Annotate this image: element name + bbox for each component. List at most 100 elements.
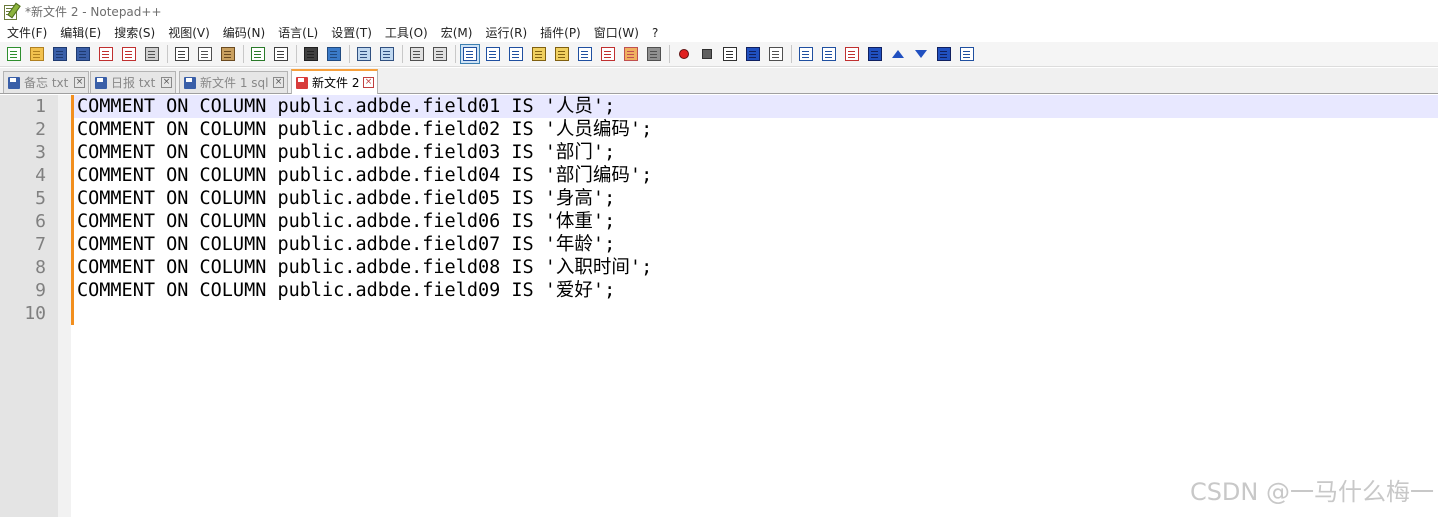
- code-line[interactable]: COMMENT ON COLUMN public.adbde.field07 I…: [74, 233, 1438, 256]
- new-file-button[interactable]: [4, 44, 24, 64]
- word-wrap-button[interactable]: [460, 44, 480, 64]
- line-number: 4: [35, 165, 46, 186]
- sync-horizontal-button[interactable]: [430, 44, 450, 64]
- table-button[interactable]: [819, 44, 839, 64]
- save-button[interactable]: [50, 44, 70, 64]
- playback-macro-button[interactable]: [720, 44, 740, 64]
- run-multiple-macro-icon: [746, 47, 760, 61]
- line-number: 2: [35, 119, 46, 140]
- show-all-chars-icon: [486, 47, 500, 61]
- line-number-gutter: 1 2 3 4 5 6 7 8 9 10: [0, 95, 58, 517]
- menu-item-9[interactable]: 运行(R): [478, 24, 533, 41]
- line-number: 7: [35, 234, 46, 255]
- paste-button[interactable]: [218, 44, 238, 64]
- tab-label: 新文件 1 sql: [200, 76, 269, 90]
- toolbar-separator: [167, 45, 168, 63]
- indent-guide-button[interactable]: [506, 44, 526, 64]
- down-button[interactable]: [911, 44, 931, 64]
- editor[interactable]: 1 2 3 4 5 6 7 8 9 10 COMMENT ON COLUMN public.adb…: [0, 95, 1438, 517]
- menu-item-4[interactable]: 编码(N): [216, 24, 271, 41]
- sync-vertical-button[interactable]: [407, 44, 427, 64]
- copy-button[interactable]: [195, 44, 215, 64]
- fold-margin[interactable]: [58, 95, 71, 517]
- function-list-button[interactable]: [598, 44, 618, 64]
- document-list-button[interactable]: [575, 44, 595, 64]
- tab-4[interactable]: 新文件 2 ×: [291, 69, 378, 94]
- tab-1[interactable]: 备忘 txt ×: [3, 71, 89, 93]
- redo-button[interactable]: [271, 44, 291, 64]
- run-multiple-macro-button[interactable]: [743, 44, 763, 64]
- code-line[interactable]: [74, 302, 1438, 325]
- expand-button[interactable]: [934, 44, 954, 64]
- code-area[interactable]: COMMENT ON COLUMN public.adbde.field01 I…: [74, 95, 1438, 325]
- undo-button[interactable]: [248, 44, 268, 64]
- code-line[interactable]: COMMENT ON COLUMN public.adbde.field08 I…: [74, 256, 1438, 279]
- menu-item-5[interactable]: 语言(L): [271, 24, 324, 41]
- collapse-button[interactable]: [865, 44, 885, 64]
- print-button[interactable]: [142, 44, 162, 64]
- line-number: 9: [35, 280, 46, 301]
- monitoring-icon: [647, 47, 661, 61]
- redo-icon: [274, 47, 288, 61]
- code-line[interactable]: COMMENT ON COLUMN public.adbde.field04 I…: [74, 164, 1438, 187]
- menu-item-1[interactable]: 编辑(E): [53, 24, 107, 41]
- cut-button[interactable]: [172, 44, 192, 64]
- save-macro-button[interactable]: [766, 44, 786, 64]
- close-tab-icon[interactable]: ×: [161, 77, 172, 88]
- menu-item-2[interactable]: 搜索(S): [107, 24, 161, 41]
- zoom-out-button[interactable]: [377, 44, 397, 64]
- menu-item-6[interactable]: 设置(T): [324, 24, 378, 41]
- folder-workspace-button[interactable]: [621, 44, 641, 64]
- menu-item-0[interactable]: 文件(F): [0, 24, 53, 41]
- tab-label: 备忘 txt: [24, 76, 69, 90]
- save-all-button[interactable]: [73, 44, 93, 64]
- table-icon: [822, 47, 836, 61]
- zoom-in-button[interactable]: [354, 44, 374, 64]
- record-macro-button[interactable]: [674, 44, 694, 64]
- tab-2[interactable]: 日报 txt ×: [90, 71, 176, 93]
- paste-icon: [221, 47, 235, 61]
- menu-item-10[interactable]: 插件(P): [533, 24, 587, 41]
- code-line[interactable]: COMMENT ON COLUMN public.adbde.field02 I…: [74, 118, 1438, 141]
- close-tab-icon[interactable]: ×: [74, 77, 85, 88]
- save-icon: [53, 47, 67, 61]
- menu-item-8[interactable]: 宏(M): [434, 24, 479, 41]
- open-file-button[interactable]: [27, 44, 47, 64]
- close-all-button[interactable]: [119, 44, 139, 64]
- menu-item-7[interactable]: 工具(O): [378, 24, 434, 41]
- stop-record-button[interactable]: [697, 44, 717, 64]
- menu-item-12[interactable]: ?: [645, 26, 664, 40]
- tab-3[interactable]: 新文件 1 sql ×: [179, 71, 288, 93]
- code-line[interactable]: COMMENT ON COLUMN public.adbde.field05 I…: [74, 187, 1438, 210]
- insert-icon: [799, 47, 813, 61]
- menu-item-11[interactable]: 窗口(W): [587, 24, 645, 41]
- code-line[interactable]: COMMENT ON COLUMN public.adbde.field03 I…: [74, 141, 1438, 164]
- find-button[interactable]: [301, 44, 321, 64]
- saved-file-icon: [184, 76, 196, 89]
- close-all-icon: [122, 47, 136, 61]
- toolbar-separator: [669, 45, 670, 63]
- tab-label: 新文件 2: [312, 76, 360, 90]
- user-language-button[interactable]: [529, 44, 549, 64]
- replace-button[interactable]: [324, 44, 344, 64]
- expand-icon: [937, 47, 951, 61]
- close-button[interactable]: [96, 44, 116, 64]
- toolbar: [0, 42, 1438, 67]
- code-line[interactable]: COMMENT ON COLUMN public.adbde.field06 I…: [74, 210, 1438, 233]
- indent-guide-icon: [509, 47, 523, 61]
- insert-button[interactable]: [796, 44, 816, 64]
- line-number: 5: [35, 188, 46, 209]
- close-tab-icon[interactable]: ×: [363, 77, 374, 88]
- document-map-button[interactable]: [552, 44, 572, 64]
- code-line[interactable]: COMMENT ON COLUMN public.adbde.field09 I…: [74, 279, 1438, 302]
- toolbar-separator: [349, 45, 350, 63]
- saved-file-icon: [8, 76, 20, 89]
- panel-button[interactable]: [957, 44, 977, 64]
- up-button[interactable]: [888, 44, 908, 64]
- column-button[interactable]: [842, 44, 862, 64]
- close-tab-icon[interactable]: ×: [273, 77, 284, 88]
- show-all-chars-button[interactable]: [483, 44, 503, 64]
- monitoring-button[interactable]: [644, 44, 664, 64]
- menu-item-3[interactable]: 视图(V): [161, 24, 216, 41]
- code-line[interactable]: COMMENT ON COLUMN public.adbde.field01 I…: [74, 95, 1438, 118]
